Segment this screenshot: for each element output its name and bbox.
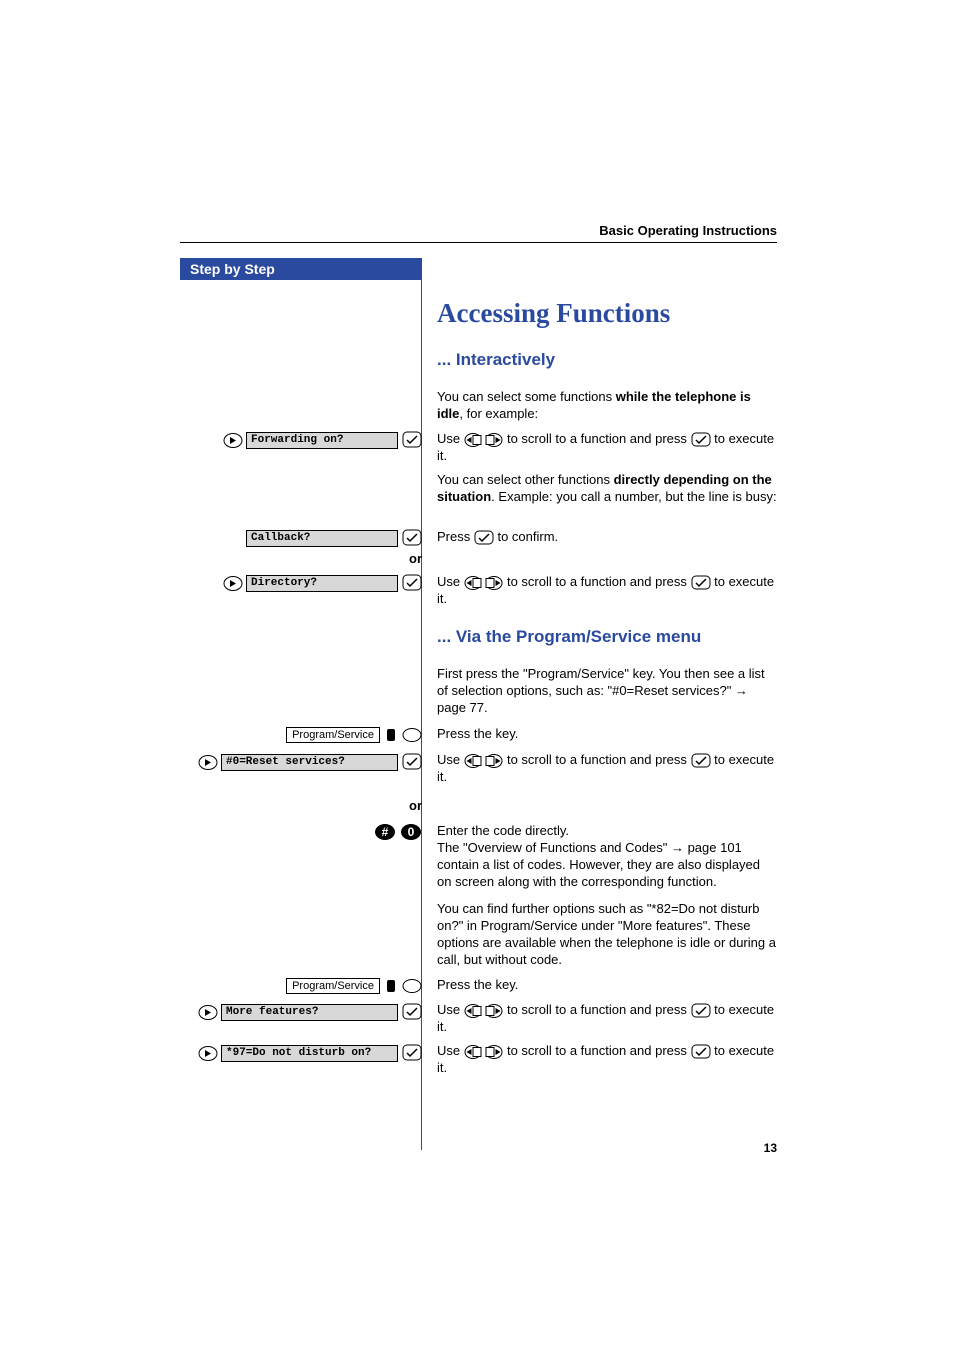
- right-arrow-key-icon: [485, 576, 503, 590]
- ok-key-icon: [402, 1003, 422, 1021]
- display-dnd: *97=Do not disturb on?: [221, 1045, 398, 1062]
- scroll-indicator-icon: [198, 755, 218, 770]
- display-row-callback: Callback?: [180, 529, 422, 547]
- display-forwarding: Forwarding on?: [246, 432, 398, 449]
- left-arrow-key-icon: [464, 754, 482, 768]
- left-arrow-key-icon: [464, 433, 482, 447]
- instr-scroll-3: Use to scroll to a function and press to…: [437, 751, 777, 785]
- step-by-step-banner: Step by Step: [180, 258, 422, 280]
- left-arrow-key-icon: [464, 1045, 482, 1059]
- display-callback: Callback?: [246, 530, 398, 547]
- text: Press: [437, 529, 474, 544]
- ok-key-icon: [402, 529, 422, 547]
- text: to scroll to a function and press: [503, 752, 690, 767]
- running-header: Basic Operating Instructions: [599, 223, 777, 238]
- arrow-right-icon: →: [671, 840, 684, 855]
- instr-scroll-1: Use to scroll to a function and press to…: [437, 430, 777, 464]
- text: to scroll to a function and press: [503, 431, 690, 446]
- ok-key-icon: [691, 1044, 711, 1059]
- subheading-interactively: ... Interactively: [437, 350, 777, 370]
- right-arrow-key-icon: [485, 1045, 503, 1059]
- scroll-indicator-icon: [198, 1046, 218, 1061]
- lamp-icon: [384, 726, 398, 744]
- text: to scroll to a function and press: [503, 574, 690, 589]
- text: to confirm.: [494, 529, 558, 544]
- scroll-indicator-icon: [223, 576, 243, 591]
- text: You can select other functions: [437, 472, 614, 487]
- left-arrow-key-icon: [464, 576, 482, 590]
- text: The "Overview of Functions and Codes": [437, 840, 671, 855]
- scroll-indicator-icon: [223, 433, 243, 448]
- text: Use: [437, 752, 464, 767]
- ok-key-icon: [474, 530, 494, 545]
- ok-key-icon: [402, 574, 422, 592]
- ok-key-icon: [691, 575, 711, 590]
- program-service-key: Program/Service: [286, 727, 380, 743]
- lamp-icon: [384, 977, 398, 995]
- ok-key-icon: [402, 1044, 422, 1062]
- program-service-key-row: Program/Service: [180, 726, 422, 744]
- subheading-program-service: ... Via the Program/Service menu: [437, 627, 777, 647]
- hash-key-icon: #: [374, 823, 396, 841]
- key-button-icon: [402, 977, 422, 995]
- svc-intro: First press the "Program/Service" key. Y…: [437, 665, 777, 716]
- scroll-indicator-icon: [198, 1005, 218, 1020]
- ok-key-icon: [691, 432, 711, 447]
- text: You can select some functions: [437, 389, 616, 404]
- page-number: 13: [764, 1141, 777, 1155]
- text: to scroll to a function and press: [503, 1002, 690, 1017]
- ok-key-icon: [402, 431, 422, 449]
- right-arrow-key-icon: [485, 1004, 503, 1018]
- svg-text:#: #: [382, 825, 389, 839]
- key-button-icon: [402, 726, 422, 744]
- ok-key-icon: [691, 1003, 711, 1018]
- instr-press-confirm: Press to confirm.: [437, 528, 777, 545]
- text: Use: [437, 431, 464, 446]
- program-service-key: Program/Service: [286, 978, 380, 994]
- display-row-dnd: *97=Do not disturb on?: [180, 1044, 422, 1062]
- intro-idle: You can select some functions while the …: [437, 388, 777, 422]
- text: Use: [437, 574, 464, 589]
- zero-key-icon: 0: [400, 823, 422, 841]
- display-row-reset: #0=Reset services?: [180, 753, 422, 771]
- text: Enter the code directly.: [437, 823, 569, 838]
- display-directory: Directory?: [246, 575, 398, 592]
- svg-text:0: 0: [408, 825, 415, 839]
- top-rule: [180, 242, 777, 243]
- dialpad-hash-zero: # 0: [180, 823, 422, 841]
- text: . Example: you call a number, but the li…: [491, 489, 776, 504]
- display-row-directory: Directory?: [180, 574, 422, 592]
- enter-code-text: Enter the code directly. The "Overview o…: [437, 822, 777, 890]
- left-arrow-key-icon: [464, 1004, 482, 1018]
- program-service-key-row-2: Program/Service: [180, 977, 422, 995]
- text: page 77.: [437, 700, 488, 715]
- instr-scroll-2: Use to scroll to a function and press to…: [437, 573, 777, 607]
- text: Use: [437, 1043, 464, 1058]
- more-opts-text: You can find further options such as "*8…: [437, 900, 777, 968]
- instr-scroll-5: Use to scroll to a function and press to…: [437, 1042, 777, 1076]
- arrow-right-icon: →: [735, 683, 748, 698]
- or-label: or: [409, 551, 422, 566]
- ok-key-icon: [402, 753, 422, 771]
- right-arrow-key-icon: [485, 433, 503, 447]
- text: , for example:: [459, 406, 538, 421]
- text: First press the "Program/Service" key. Y…: [437, 666, 765, 698]
- right-arrow-key-icon: [485, 754, 503, 768]
- or-label: or: [409, 798, 422, 813]
- display-row-more-features: More features?: [180, 1003, 422, 1021]
- ok-key-icon: [691, 753, 711, 768]
- instr-press-key-2: Press the key.: [437, 976, 777, 993]
- page-title: Accessing Functions: [437, 298, 777, 329]
- text: Use: [437, 1002, 464, 1017]
- intro-situation: You can select other functions directly …: [437, 471, 777, 505]
- text: to scroll to a function and press: [503, 1043, 690, 1058]
- display-reset: #0=Reset services?: [221, 754, 398, 771]
- instr-scroll-4: Use to scroll to a function and press to…: [437, 1001, 777, 1035]
- display-more-features: More features?: [221, 1004, 398, 1021]
- instr-press-key-1: Press the key.: [437, 725, 777, 742]
- display-row-forwarding: Forwarding on?: [180, 431, 422, 449]
